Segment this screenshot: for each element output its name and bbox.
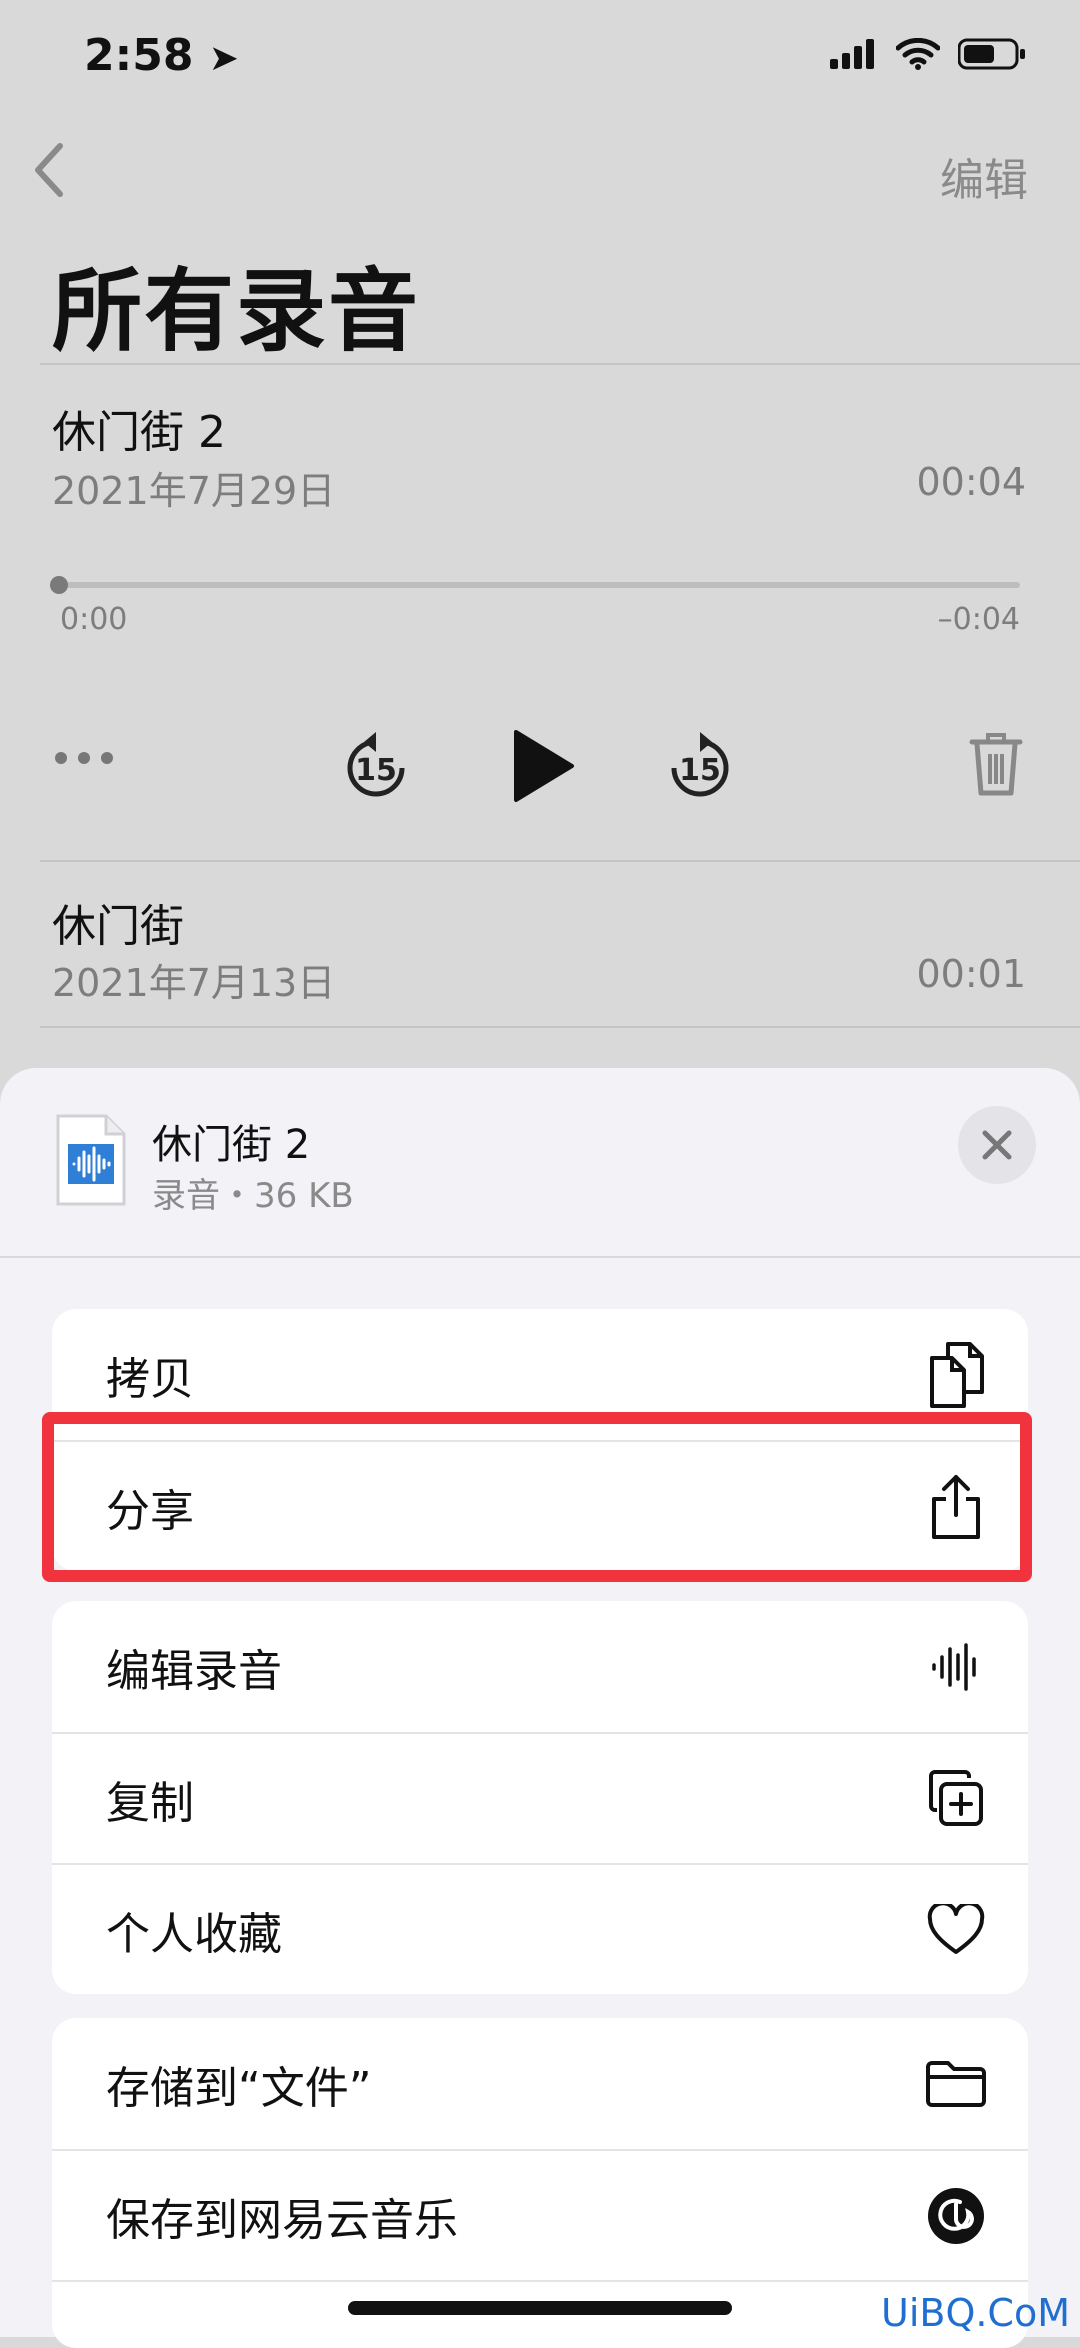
skip-back-seconds: 15 [355,753,397,788]
home-indicator[interactable] [348,2301,732,2315]
copy-icon [924,1341,988,1408]
share-sheet-header: 休门街 2 录音・36 KB [0,1068,1080,1256]
skip-forward-15-button[interactable]: 15 [668,728,732,804]
battery-icon [958,38,1025,70]
remaining-time: –0:04 [937,602,1020,637]
action-label: 编辑录音 [106,1645,282,1697]
share-item-subtitle: 录音・36 KB [152,1176,354,1216]
action-save-to-files[interactable]: 存储到“文件” [52,2018,1028,2149]
waveform-icon [924,1635,988,1699]
folder-icon [924,2052,988,2116]
status-time: 2:58 ➤ [84,30,239,81]
action-label: 拷贝 [106,1353,194,1405]
play-icon [514,730,574,802]
play-button[interactable] [510,728,576,804]
action-label: 复制 [106,1777,194,1829]
heart-icon [924,1898,988,1962]
netease-music-icon [924,2184,988,2248]
recording-name: 休门街 [52,901,184,952]
recording-duration: 00:01 [916,952,1026,996]
ellipsis-icon [55,752,113,764]
recording-date: 2021年7月13日 [52,961,336,1005]
back-button[interactable] [30,140,70,200]
scrubber-knob[interactable] [50,576,68,594]
close-icon [982,1130,1012,1160]
recording-name: 休门街 2 [52,407,226,458]
recording-date: 2021年7月29日 [52,469,336,513]
playback-scrubber[interactable] [56,582,1020,588]
action-share[interactable]: 分享 [52,1440,1028,1571]
recording-duration: 00:04 [916,460,1026,504]
page-title: 所有录音 [52,259,420,364]
edit-button[interactable]: 编辑 [940,144,1028,208]
cellular-signal-icon [830,39,874,69]
status-icons [830,38,1026,70]
location-icon: ➤ [208,38,239,79]
share-item-title: 休门街 2 [152,1122,311,1168]
action-edit-recording[interactable]: 编辑录音 [52,1601,1028,1732]
wifi-icon [896,38,940,70]
action-duplicate[interactable]: 复制 [52,1732,1028,1863]
share-sheet: 休门街 2 录音・36 KB 拷贝 分享 编辑录音 复制 个人收藏 存储到“文件… [0,1068,1080,2348]
audio-file-icon [54,1112,128,1208]
action-save-to-netease-music[interactable]: 保存到网易云音乐 [52,2149,1028,2280]
close-button[interactable] [958,1106,1036,1184]
elapsed-time: 0:00 [60,602,128,637]
action-group: 拷贝 分享 [52,1309,1028,1571]
action-label: 存储到“文件” [106,2062,372,2114]
share-icon [924,1474,988,1539]
skip-forward-seconds: 15 [679,753,721,788]
action-favorite[interactable]: 个人收藏 [52,1863,1028,1994]
trash-icon [969,733,1023,796]
action-label: 分享 [106,1485,194,1537]
skip-back-15-icon: 15 [347,732,405,797]
watermark: UiBQ.CoM [881,2291,1070,2335]
skip-forward-15-icon: 15 [671,732,729,797]
divider [40,1026,1080,1028]
action-group: 编辑录音 复制 个人收藏 [52,1601,1028,1994]
chevron-left-icon [35,143,63,197]
delete-button[interactable] [968,730,1024,798]
divider [0,1256,1080,1258]
more-options-button[interactable] [54,750,114,769]
action-label: 个人收藏 [106,1908,282,1960]
action-copy[interactable]: 拷贝 [52,1309,1028,1440]
duplicate-icon [924,1767,988,1831]
action-label: 保存到网易云音乐 [106,2194,458,2246]
skip-back-15-button[interactable]: 15 [344,728,408,804]
